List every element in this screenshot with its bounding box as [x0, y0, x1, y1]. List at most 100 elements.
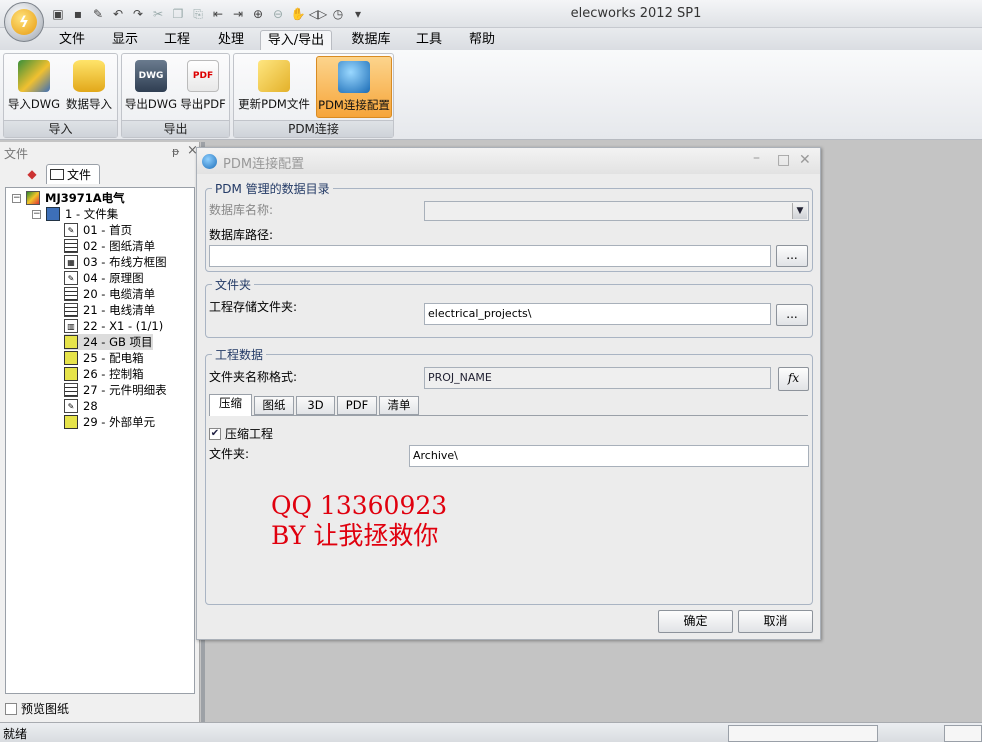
subtab-compress[interactable]: 压缩 [209, 394, 252, 416]
paste-icon[interactable]: ⎘ [190, 6, 206, 22]
zoom-out-icon[interactable]: ⊖ [270, 6, 286, 22]
db-path-input[interactable] [209, 245, 771, 267]
tab-file[interactable]: 文件 [48, 30, 96, 50]
tree-item[interactable]: 25 - 配电箱 [64, 350, 144, 366]
edit-icon[interactable]: ✎ [90, 6, 106, 22]
copy-icon[interactable]: ❐ [170, 6, 186, 22]
project-data-legend: 工程数据 [215, 348, 264, 362]
data-import-label: 数据导入 [66, 97, 112, 111]
cancel-button[interactable]: 取消 [738, 610, 813, 633]
tree-item[interactable]: ✎ 01 - 首页 [64, 222, 132, 238]
ribbon-group-export: DWG 导出DWG PDF 导出PDF 导出 [121, 53, 230, 138]
mirror-icon[interactable]: ◁▷ [309, 6, 327, 22]
tree-node-book[interactable]: 1 - 文件集 [46, 206, 118, 222]
tree-item[interactable]: ✎ 28 [64, 398, 98, 414]
book-label: 1 - 文件集 [65, 207, 119, 221]
compress-project-checkbox[interactable]: ✔ 压缩工程 [209, 425, 273, 442]
tab-database[interactable]: 数据库 [343, 30, 399, 50]
tab-import-export[interactable]: 导入/导出 [260, 30, 332, 50]
tree-item[interactable]: 24 - GB 项目 [64, 334, 153, 350]
tab-view[interactable]: 显示 [101, 30, 149, 50]
panel-title: 文件 [4, 147, 29, 161]
application-menu-button[interactable]: ϟ [4, 2, 44, 42]
tree-item-label: 01 - 首页 [83, 223, 133, 237]
subtab-list[interactable]: 清单 [379, 396, 419, 415]
list-page-icon [64, 383, 78, 397]
tree-item[interactable]: 21 - 电线清单 [64, 302, 155, 318]
db-path-browse-button[interactable]: ... [776, 245, 808, 267]
collapse-set-icon[interactable]: − [32, 210, 41, 219]
project-folder-label: 工程存储文件夹: [209, 300, 298, 314]
tab-process[interactable]: 处理 [207, 30, 255, 50]
export-pdf-button[interactable]: PDF 导出PDF [178, 56, 228, 118]
import-dwg-icon [18, 60, 50, 92]
tree-item-label: 29 - 外部单元 [83, 415, 156, 429]
open-icon[interactable]: ▣ [50, 6, 66, 22]
components-tab-icon[interactable]: ◆ [20, 164, 44, 184]
subtab-divider [209, 415, 808, 416]
project-folder-input[interactable]: electrical_projects\ [424, 303, 771, 325]
tab-help[interactable]: 帮助 [458, 30, 506, 50]
cut-icon[interactable]: ✂ [150, 6, 166, 22]
pan-icon[interactable]: ✋ [290, 6, 306, 22]
schematic-icon: ✎ [64, 399, 78, 413]
subtab-3d[interactable]: 3D [296, 396, 335, 415]
dropdown-arrow-icon[interactable]: ▼ [792, 203, 807, 219]
tree-item-label: 27 - 元件明细表 [83, 383, 167, 397]
tree-item[interactable]: 29 - 外部单元 [64, 414, 155, 430]
customize-toolbar-icon[interactable]: ▾ [350, 6, 366, 22]
subtab-pdf[interactable]: PDF [337, 396, 377, 415]
tree-node-project[interactable]: MJ3971A电气 [26, 190, 125, 206]
tree-item[interactable]: 26 - 控制箱 [64, 366, 144, 382]
tree-item-label: 21 - 电线清单 [83, 303, 156, 317]
tree-item-label: 25 - 配电箱 [83, 351, 144, 365]
group-label-pdm: PDM连接 [234, 120, 393, 137]
tree-item[interactable]: ▥ 22 - X1 - (1/1) [64, 318, 163, 334]
folder-name-format-input[interactable]: PROJ_NAME [424, 367, 771, 389]
update-pdm-files-button[interactable]: 更新PDM文件 [236, 56, 312, 118]
ok-button[interactable]: 确定 [658, 610, 733, 633]
save-icon[interactable]: ▪ [70, 6, 86, 22]
dialog-title: PDM连接配置 [223, 157, 305, 172]
project-folder-browse-button[interactable]: ... [776, 304, 808, 326]
project-icon [26, 191, 40, 205]
tree-item[interactable]: 27 - 元件明细表 [64, 382, 167, 398]
data-import-button[interactable]: 数据导入 [62, 56, 116, 118]
tree-item[interactable]: 02 - 图纸清单 [64, 238, 155, 254]
clock-icon[interactable]: ◷ [330, 6, 346, 22]
preview-drawing-checkbox[interactable]: 预览图纸 [5, 700, 69, 717]
db-name-dropdown[interactable]: ▼ [424, 201, 809, 221]
archive-folder-input[interactable]: Archive\ [409, 445, 809, 467]
formula-fx-button[interactable]: fx [778, 367, 809, 391]
pin-icon[interactable]: ᵽ [172, 145, 179, 158]
export-dwg-button[interactable]: DWG 导出DWG [124, 56, 178, 118]
maximize-icon[interactable]: □ [777, 152, 790, 168]
group-label-export: 导出 [122, 120, 229, 137]
watermark-text: QQ 13360923 BY 让我拯救你 [271, 491, 447, 551]
tree-item-label: 28 [83, 399, 98, 413]
terminal-strip-icon: ▥ [64, 319, 78, 333]
elecworks-logo-icon: ϟ [11, 9, 37, 35]
3d-cabinet-icon [64, 335, 78, 349]
redo-icon[interactable]: ↷ [130, 6, 146, 22]
tree-item[interactable]: ▦ 03 - 布线方框图 [64, 254, 167, 270]
tab-tools[interactable]: 工具 [405, 30, 453, 50]
cover-page-icon: ✎ [64, 223, 78, 237]
undo-icon[interactable]: ↶ [110, 6, 126, 22]
collapse-root-icon[interactable]: − [12, 194, 21, 203]
tab-documents[interactable]: 文件 [46, 164, 100, 184]
import-dwg-button[interactable]: 导入DWG [6, 56, 62, 118]
tree-item[interactable]: ✎ 04 - 原理图 [64, 270, 144, 286]
update-folder-icon [258, 60, 290, 92]
minimize-icon[interactable]: – [753, 150, 760, 166]
tab-project[interactable]: 工程 [153, 30, 201, 50]
tree-item[interactable]: 20 - 电缆清单 [64, 286, 155, 302]
next-page-icon[interactable]: ⇥ [230, 6, 246, 22]
subtab-drawings[interactable]: 图纸 [254, 396, 294, 415]
prev-page-icon[interactable]: ⇤ [210, 6, 226, 22]
export-dwg-icon: DWG [135, 60, 167, 92]
dialog-close-icon[interactable]: ✕ [799, 152, 811, 168]
zoom-in-icon[interactable]: ⊕ [250, 6, 266, 22]
pdm-connection-config-label: PDM连接配置 [318, 98, 390, 112]
pdm-connection-config-button[interactable]: PDM连接配置 [316, 56, 392, 118]
